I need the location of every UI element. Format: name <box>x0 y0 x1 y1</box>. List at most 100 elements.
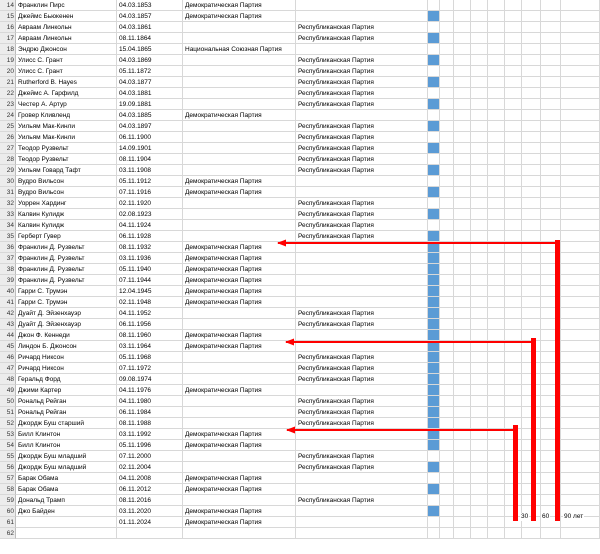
cell-date[interactable]: 03.11.1992 <box>117 429 183 440</box>
cell-empty[interactable] <box>454 44 471 55</box>
cell-bar-marker[interactable] <box>428 165 440 176</box>
cell-bar-marker[interactable] <box>428 22 440 33</box>
row-number[interactable]: 43 <box>0 319 16 330</box>
cell-date[interactable]: 06.11.1956 <box>117 319 183 330</box>
row-number[interactable]: 39 <box>0 275 16 286</box>
cell-empty[interactable] <box>471 363 488 374</box>
cell-empty[interactable] <box>541 242 561 253</box>
cell-president-name[interactable]: Франклин Д. Рузвельт <box>16 264 117 275</box>
row-number[interactable]: 56 <box>0 462 16 473</box>
cell-republican-party[interactable] <box>296 11 428 22</box>
cell-date[interactable]: 08.11.2016 <box>117 495 183 506</box>
cell-date[interactable]: 04.03.1861 <box>117 22 183 33</box>
cell-empty[interactable] <box>505 341 522 352</box>
cell-president-name[interactable]: Эндрю Джонсон <box>16 44 117 55</box>
cell-republican-party[interactable] <box>296 275 428 286</box>
cell-empty[interactable] <box>440 286 454 297</box>
cell-republican-party[interactable]: Республиканская Партия <box>296 418 428 429</box>
cell-empty[interactable] <box>541 385 561 396</box>
cell-bar-marker[interactable] <box>428 99 440 110</box>
cell-empty[interactable] <box>541 440 561 451</box>
cell-empty[interactable] <box>522 407 541 418</box>
cell-date[interactable]: 04.03.1869 <box>117 55 183 66</box>
cell-empty[interactable] <box>541 297 561 308</box>
cell-empty[interactable] <box>440 121 454 132</box>
cell-empty[interactable] <box>471 473 488 484</box>
cell-empty[interactable] <box>561 187 600 198</box>
cell-empty[interactable] <box>440 396 454 407</box>
cell-democratic-party[interactable] <box>183 319 296 330</box>
cell-president-name[interactable]: Теодор Рузвельт <box>16 154 117 165</box>
cell-empty[interactable] <box>488 451 505 462</box>
cell-empty[interactable] <box>454 264 471 275</box>
cell-empty[interactable] <box>561 286 600 297</box>
cell-empty[interactable] <box>505 473 522 484</box>
cell-democratic-party[interactable] <box>183 363 296 374</box>
cell-date[interactable]: 07.11.1944 <box>117 275 183 286</box>
cell-date[interactable]: 05.11.1940 <box>117 264 183 275</box>
cell-empty[interactable] <box>440 440 454 451</box>
cell-empty[interactable] <box>522 363 541 374</box>
cell-empty[interactable] <box>440 506 454 517</box>
cell-bar-marker[interactable] <box>428 341 440 352</box>
cell-date[interactable] <box>117 528 183 539</box>
cell-date[interactable]: 04.11.1924 <box>117 220 183 231</box>
cell-empty[interactable] <box>541 253 561 264</box>
cell-empty[interactable] <box>488 462 505 473</box>
cell-empty[interactable] <box>471 484 488 495</box>
cell-empty[interactable] <box>440 154 454 165</box>
cell-democratic-party[interactable] <box>183 99 296 110</box>
cell-empty[interactable] <box>440 297 454 308</box>
cell-empty[interactable] <box>488 121 505 132</box>
cell-bar-marker[interactable] <box>428 242 440 253</box>
cell-president-name[interactable]: Геральд Форд <box>16 374 117 385</box>
cell-empty[interactable] <box>505 0 522 11</box>
cell-empty[interactable] <box>505 385 522 396</box>
cell-democratic-party[interactable]: Демократическая Партия <box>183 286 296 297</box>
cell-empty[interactable] <box>440 495 454 506</box>
row-number[interactable]: 30 <box>0 176 16 187</box>
cell-president-name[interactable]: Улисс С. Грант <box>16 55 117 66</box>
cell-president-name[interactable]: Rutherford B. Hayes <box>16 77 117 88</box>
cell-empty[interactable] <box>522 341 541 352</box>
cell-president-name[interactable]: Франклин Д. Рузвельт <box>16 253 117 264</box>
cell-empty[interactable] <box>541 473 561 484</box>
cell-empty[interactable] <box>541 121 561 132</box>
cell-empty[interactable] <box>471 154 488 165</box>
cell-republican-party[interactable]: Республиканская Партия <box>296 396 428 407</box>
row-number[interactable]: 24 <box>0 110 16 121</box>
cell-bar-marker[interactable] <box>428 275 440 286</box>
cell-empty[interactable] <box>561 242 600 253</box>
cell-empty[interactable] <box>505 407 522 418</box>
cell-democratic-party[interactable]: Демократическая Партия <box>183 385 296 396</box>
cell-empty[interactable] <box>440 110 454 121</box>
cell-empty[interactable] <box>454 341 471 352</box>
cell-empty[interactable] <box>561 385 600 396</box>
cell-democratic-party[interactable] <box>183 132 296 143</box>
cell-empty[interactable] <box>440 44 454 55</box>
cell-empty[interactable] <box>488 209 505 220</box>
cell-empty[interactable] <box>505 242 522 253</box>
cell-democratic-party[interactable]: Демократическая Партия <box>183 264 296 275</box>
cell-empty[interactable] <box>488 176 505 187</box>
cell-empty[interactable] <box>561 121 600 132</box>
row-number[interactable]: 17 <box>0 33 16 44</box>
cell-republican-party[interactable] <box>296 506 428 517</box>
cell-empty[interactable] <box>541 154 561 165</box>
cell-empty[interactable] <box>541 198 561 209</box>
cell-bar-marker[interactable] <box>428 330 440 341</box>
cell-republican-party[interactable] <box>296 385 428 396</box>
cell-empty[interactable] <box>440 242 454 253</box>
cell-republican-party[interactable] <box>296 440 428 451</box>
row-number[interactable]: 22 <box>0 88 16 99</box>
cell-date[interactable]: 02.08.1923 <box>117 209 183 220</box>
cell-empty[interactable] <box>522 220 541 231</box>
cell-empty[interactable] <box>541 363 561 374</box>
cell-empty[interactable] <box>440 66 454 77</box>
cell-empty[interactable] <box>440 55 454 66</box>
cell-democratic-party[interactable] <box>183 77 296 88</box>
cell-empty[interactable] <box>541 209 561 220</box>
cell-empty[interactable] <box>522 99 541 110</box>
cell-republican-party[interactable]: Республиканская Партия <box>296 154 428 165</box>
cell-empty[interactable] <box>561 418 600 429</box>
